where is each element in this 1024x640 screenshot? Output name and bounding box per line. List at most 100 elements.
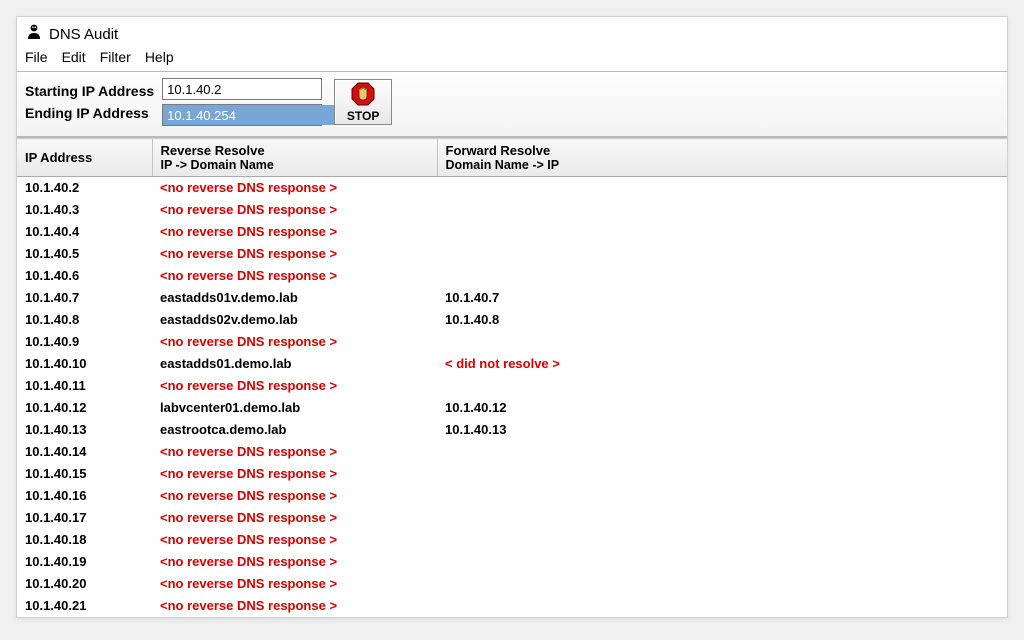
cell-ip: 10.1.40.8 bbox=[17, 309, 152, 331]
stop-icon bbox=[351, 82, 375, 109]
cell-forward bbox=[437, 551, 1007, 573]
results-body: 10.1.40.2<no reverse DNS response >10.1.… bbox=[17, 177, 1007, 618]
cell-forward: 10.1.40.7 bbox=[437, 287, 1007, 309]
stop-button-label: STOP bbox=[347, 109, 379, 123]
results-table: IP Address Reverse Resolve IP -> Domain … bbox=[17, 138, 1007, 617]
cell-ip: 10.1.40.13 bbox=[17, 419, 152, 441]
cell-reverse: <no reverse DNS response > bbox=[152, 265, 437, 287]
cell-reverse: <no reverse DNS response > bbox=[152, 573, 437, 595]
cell-forward bbox=[437, 507, 1007, 529]
cell-forward bbox=[437, 243, 1007, 265]
table-row[interactable]: 10.1.40.19<no reverse DNS response > bbox=[17, 551, 1007, 573]
cell-forward bbox=[437, 529, 1007, 551]
cell-forward bbox=[437, 573, 1007, 595]
table-row[interactable]: 10.1.40.5<no reverse DNS response > bbox=[17, 243, 1007, 265]
cell-ip: 10.1.40.15 bbox=[17, 463, 152, 485]
table-row[interactable]: 10.1.40.6<no reverse DNS response > bbox=[17, 265, 1007, 287]
cell-ip: 10.1.40.21 bbox=[17, 595, 152, 617]
cell-reverse: <no reverse DNS response > bbox=[152, 463, 437, 485]
cell-reverse: <no reverse DNS response > bbox=[152, 331, 437, 353]
cell-forward bbox=[437, 441, 1007, 463]
cell-reverse: eastrootca.demo.lab bbox=[152, 419, 437, 441]
app-window: DNS Audit File Edit Filter Help Starting… bbox=[16, 16, 1008, 618]
cell-reverse: <no reverse DNS response > bbox=[152, 507, 437, 529]
cell-ip: 10.1.40.19 bbox=[17, 551, 152, 573]
col-header-forward[interactable]: Forward Resolve Domain Name -> IP bbox=[437, 139, 1007, 177]
end-ip-input[interactable] bbox=[163, 105, 347, 125]
col-header-forward-label: Forward Resolve bbox=[446, 143, 551, 158]
table-row[interactable]: 10.1.40.9<no reverse DNS response > bbox=[17, 331, 1007, 353]
table-row[interactable]: 10.1.40.7eastadds01v.demo.lab10.1.40.7 bbox=[17, 287, 1007, 309]
col-header-reverse[interactable]: Reverse Resolve IP -> Domain Name bbox=[152, 139, 437, 177]
cell-reverse: <no reverse DNS response > bbox=[152, 375, 437, 397]
cell-reverse: <no reverse DNS response > bbox=[152, 441, 437, 463]
table-row[interactable]: 10.1.40.3<no reverse DNS response > bbox=[17, 199, 1007, 221]
cell-reverse: eastadds01.demo.lab bbox=[152, 353, 437, 375]
cell-ip: 10.1.40.4 bbox=[17, 221, 152, 243]
app-title: DNS Audit bbox=[49, 26, 118, 43]
toolbar: Starting IP Address Ending IP Address ▼ … bbox=[17, 72, 1007, 138]
cell-reverse: <no reverse DNS response > bbox=[152, 243, 437, 265]
cell-forward: 10.1.40.13 bbox=[437, 419, 1007, 441]
app-icon bbox=[25, 23, 43, 45]
cell-reverse: <no reverse DNS response > bbox=[152, 529, 437, 551]
cell-reverse: <no reverse DNS response > bbox=[152, 551, 437, 573]
cell-forward bbox=[437, 375, 1007, 397]
cell-ip: 10.1.40.6 bbox=[17, 265, 152, 287]
cell-ip: 10.1.40.20 bbox=[17, 573, 152, 595]
cell-ip: 10.1.40.12 bbox=[17, 397, 152, 419]
menu-filter[interactable]: Filter bbox=[100, 49, 131, 65]
table-row[interactable]: 10.1.40.18<no reverse DNS response > bbox=[17, 529, 1007, 551]
table-row[interactable]: 10.1.40.4<no reverse DNS response > bbox=[17, 221, 1007, 243]
table-row[interactable]: 10.1.40.21<no reverse DNS response > bbox=[17, 595, 1007, 617]
start-ip-combo[interactable]: ▼ bbox=[162, 78, 322, 100]
cell-forward bbox=[437, 177, 1007, 200]
cell-forward: 10.1.40.8 bbox=[437, 309, 1007, 331]
col-header-reverse-sub: IP -> Domain Name bbox=[161, 158, 429, 172]
table-row[interactable]: 10.1.40.14<no reverse DNS response > bbox=[17, 441, 1007, 463]
col-header-ip[interactable]: IP Address bbox=[17, 139, 152, 177]
menu-help[interactable]: Help bbox=[145, 49, 174, 65]
col-header-reverse-label: Reverse Resolve bbox=[161, 143, 265, 158]
cell-ip: 10.1.40.7 bbox=[17, 287, 152, 309]
table-row[interactable]: 10.1.40.10eastadds01.demo.lab< did not r… bbox=[17, 353, 1007, 375]
table-row[interactable]: 10.1.40.13eastrootca.demo.lab10.1.40.13 bbox=[17, 419, 1007, 441]
ip-range-labels: Starting IP Address Ending IP Address bbox=[25, 83, 154, 121]
cell-forward bbox=[437, 331, 1007, 353]
cell-ip: 10.1.40.9 bbox=[17, 331, 152, 353]
table-row[interactable]: 10.1.40.15<no reverse DNS response > bbox=[17, 463, 1007, 485]
start-ip-label: Starting IP Address bbox=[25, 83, 154, 99]
table-row[interactable]: 10.1.40.11<no reverse DNS response > bbox=[17, 375, 1007, 397]
col-header-forward-sub: Domain Name -> IP bbox=[446, 158, 1000, 172]
cell-forward bbox=[437, 221, 1007, 243]
cell-forward: < did not resolve > bbox=[437, 353, 1007, 375]
start-ip-input[interactable] bbox=[163, 79, 347, 99]
table-row[interactable]: 10.1.40.17<no reverse DNS response > bbox=[17, 507, 1007, 529]
menu-bar: File Edit Filter Help bbox=[17, 47, 1007, 72]
cell-forward bbox=[437, 485, 1007, 507]
cell-reverse: <no reverse DNS response > bbox=[152, 199, 437, 221]
cell-ip: 10.1.40.14 bbox=[17, 441, 152, 463]
table-row[interactable]: 10.1.40.20<no reverse DNS response > bbox=[17, 573, 1007, 595]
table-row[interactable]: 10.1.40.8eastadds02v.demo.lab10.1.40.8 bbox=[17, 309, 1007, 331]
title-bar: DNS Audit bbox=[17, 17, 1007, 47]
cell-ip: 10.1.40.2 bbox=[17, 177, 152, 200]
stop-button[interactable]: STOP bbox=[334, 79, 392, 125]
cell-forward bbox=[437, 199, 1007, 221]
cell-reverse: labvcenter01.demo.lab bbox=[152, 397, 437, 419]
cell-ip: 10.1.40.11 bbox=[17, 375, 152, 397]
menu-file[interactable]: File bbox=[25, 49, 48, 65]
cell-reverse: <no reverse DNS response > bbox=[152, 177, 437, 200]
cell-ip: 10.1.40.18 bbox=[17, 529, 152, 551]
ip-range-fields: ▼ ▼ bbox=[162, 78, 322, 126]
menu-edit[interactable]: Edit bbox=[62, 49, 86, 65]
cell-ip: 10.1.40.10 bbox=[17, 353, 152, 375]
col-header-ip-label: IP Address bbox=[25, 150, 92, 165]
table-row[interactable]: 10.1.40.16<no reverse DNS response > bbox=[17, 485, 1007, 507]
table-row[interactable]: 10.1.40.2<no reverse DNS response > bbox=[17, 177, 1007, 200]
end-ip-combo[interactable]: ▼ bbox=[162, 104, 322, 126]
table-row[interactable]: 10.1.40.12labvcenter01.demo.lab10.1.40.1… bbox=[17, 397, 1007, 419]
cell-ip: 10.1.40.17 bbox=[17, 507, 152, 529]
cell-ip: 10.1.40.3 bbox=[17, 199, 152, 221]
cell-ip: 10.1.40.16 bbox=[17, 485, 152, 507]
